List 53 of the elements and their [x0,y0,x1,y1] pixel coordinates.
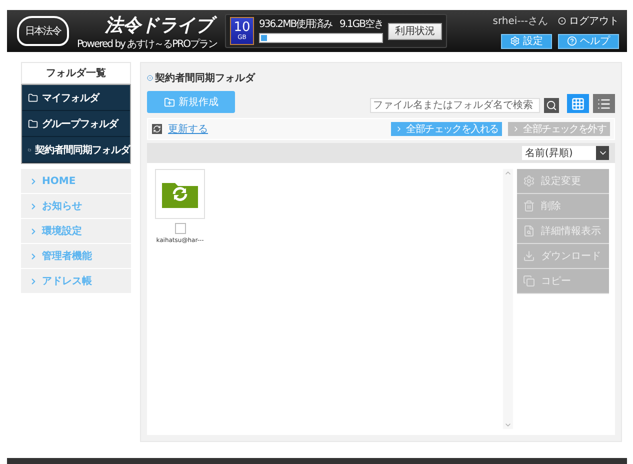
refresh-link[interactable]: 更新する [168,122,208,136]
search-button[interactable] [544,98,559,113]
grid-view-icon [571,96,585,110]
grid-view-button[interactable] [567,94,589,113]
settings-button[interactable]: 設定 [501,34,552,48]
usage-button[interactable]: 利用状況 [388,22,442,40]
folder-title: 契約者間同期フォルダ [155,72,255,85]
list-view-icon [597,96,611,110]
folder-item[interactable]: グループフォルダ [22,111,130,137]
file-checkbox[interactable] [174,223,186,234]
folder-item[interactable]: 契約者間同期フォルダ [22,137,130,163]
chevron-icon [29,202,38,210]
sort-select[interactable]: 名前(昇順) [522,146,609,160]
check-all-button[interactable]: 全部チェックを入れる [391,122,502,136]
new-folder-icon [164,96,174,108]
menu-item[interactable]: お知らせ [21,194,131,219]
dot-icon [558,16,566,24]
cloud-logo: 日本法令 [17,16,69,46]
copy-icon [523,275,535,287]
document-search-icon [523,225,535,237]
chevron-icon [29,226,38,236]
search-icon [546,100,557,111]
user-name: srhei---さん [492,14,548,28]
folder-item[interactable]: マイフォルダ [22,85,130,111]
chevron-icon [29,276,38,286]
refresh-icon [152,124,162,134]
bullet-icon [147,75,153,81]
chevron-icon [29,252,38,260]
menu-item[interactable]: HOME [21,169,131,194]
menu-item[interactable]: 環境設定 [21,219,131,244]
scroll-up-icon [504,169,512,177]
powered-by-text: Powered by あすけ～るPROプラン [77,38,217,50]
file-thumbnail[interactable] [155,169,205,219]
download-icon [523,250,535,262]
capacity-value: 10 [234,20,250,34]
sync-folder-icon [162,180,198,208]
logout-link[interactable]: ログアウト [558,14,619,28]
help-button[interactable]: ヘルプ [558,34,619,48]
search-field[interactable]: ファイル名またはフォルダ名で検索 [370,98,540,113]
used-text: 936.2MB使用済み [259,19,332,31]
help-icon [567,36,577,46]
menu-item[interactable]: 管理者機能 [21,244,131,269]
free-text: 9.1GB空き [339,19,383,31]
sidebar-title: フォルダ一覧 [21,62,131,84]
new-button[interactable]: 新規作成 [147,91,235,113]
scroll-down-icon [504,421,512,429]
gear-icon [523,175,535,187]
menu-item[interactable]: アドレス帳 [21,269,131,294]
logo-title: 法令ドライブ [103,12,217,38]
settings-icon [510,36,520,46]
list-view-button[interactable] [593,94,615,113]
chevron-icon [29,176,38,186]
trash-icon [523,200,535,212]
